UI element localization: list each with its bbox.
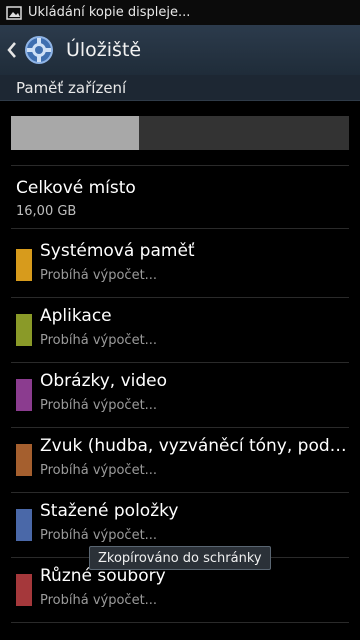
toast-message: Zkopírováno do schránky bbox=[89, 546, 271, 570]
color-swatch bbox=[16, 379, 32, 411]
notification-text: Ukládání kopie displeje... bbox=[28, 5, 191, 20]
total-space: Celkové místo 16,00 GB bbox=[16, 178, 136, 219]
category-status: Probíhá výpočet... bbox=[40, 463, 158, 478]
category-status: Probíhá výpočet... bbox=[40, 333, 158, 348]
total-space-label: Celkové místo bbox=[16, 178, 136, 198]
category-label: Obrázky, video bbox=[40, 371, 168, 391]
color-swatch bbox=[16, 444, 32, 476]
category-applications[interactable]: Aplikace Probíhá výpočet... bbox=[0, 298, 360, 363]
category-label: Systémová paměť bbox=[40, 241, 195, 261]
category-label: Stažené položky bbox=[40, 501, 179, 521]
color-swatch bbox=[16, 574, 32, 606]
section-header-device-memory: Paměť zařízení bbox=[0, 75, 360, 101]
category-status: Probíhá výpočet... bbox=[40, 398, 158, 413]
page-title: Úložiště bbox=[66, 39, 142, 61]
color-swatch bbox=[16, 249, 32, 281]
divider bbox=[11, 228, 349, 229]
storage-usage-bar bbox=[11, 116, 349, 150]
category-system-memory[interactable]: Systémová paměť Probíhá výpočet... bbox=[0, 233, 360, 298]
category-label: Aplikace bbox=[40, 306, 112, 326]
category-label: Zvuk (hudba, vyzváněcí tóny, podca... bbox=[40, 436, 352, 456]
screenshot-icon bbox=[6, 5, 22, 20]
chevron-left-icon bbox=[7, 42, 16, 58]
storage-usage-fill bbox=[11, 116, 140, 150]
category-status: Probíhá výpočet... bbox=[40, 528, 158, 543]
category-audio[interactable]: Zvuk (hudba, vyzváněcí tóny, podca... Pr… bbox=[0, 428, 360, 493]
color-swatch bbox=[16, 314, 32, 346]
toast-text: Zkopírováno do schránky bbox=[98, 550, 262, 566]
action-bar: Úložiště bbox=[0, 25, 360, 75]
back-button[interactable] bbox=[6, 25, 56, 75]
category-status: Probíhá výpočet... bbox=[40, 268, 158, 283]
settings-gear-icon bbox=[25, 36, 53, 64]
category-status: Probíhá výpočet... bbox=[40, 593, 158, 608]
section-header-label: Paměť zařízení bbox=[16, 78, 127, 97]
total-space-value: 16,00 GB bbox=[16, 204, 77, 219]
status-bar: Ukládání kopie displeje... bbox=[0, 0, 360, 25]
color-swatch bbox=[16, 509, 32, 541]
category-pictures-video[interactable]: Obrázky, video Probíhá výpočet... bbox=[0, 363, 360, 428]
divider bbox=[11, 622, 349, 623]
divider bbox=[11, 165, 349, 166]
